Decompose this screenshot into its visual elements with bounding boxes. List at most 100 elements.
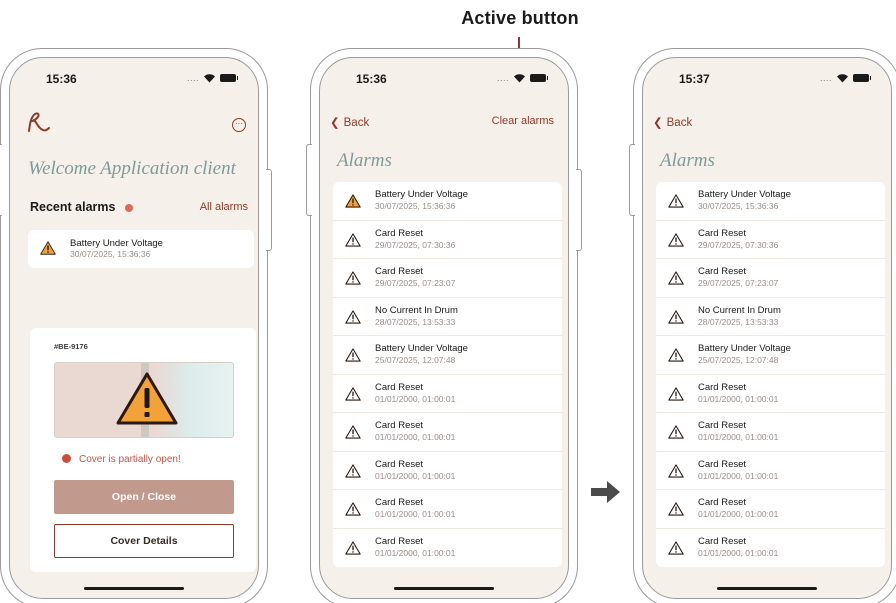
alarm-title: Card Reset — [698, 227, 747, 239]
warning-outline-icon — [668, 425, 684, 439]
recent-alarm-card[interactable]: Battery Under Voltage 30/07/2025, 15:36:… — [28, 230, 254, 268]
back-label: Back — [343, 117, 370, 129]
alarm-time: 25/07/2025, 12:07:48 — [698, 355, 779, 365]
alarm-time: 28/07/2025, 13:53:33 — [375, 316, 456, 327]
alarms-title: Alarms — [660, 150, 715, 171]
alarm-list-item[interactable]: Card Reset 01/01/2000, 01:00:01 — [333, 529, 562, 568]
alarm-list-item[interactable]: Battery Under Voltage 25/07/2025, 12:07:4… — [333, 336, 562, 375]
signal-dots: .... — [186, 73, 199, 83]
alarm-list-item[interactable]: Card Reset 01/01/2000, 01:00:01 — [333, 490, 562, 529]
alarm-list-item[interactable]: Battery Under Voltage 30/07/2025, 15:36:3… — [656, 182, 885, 221]
recent-alarm-time: 30/07/2025, 15:36:36 — [70, 249, 151, 259]
alarm-time: 29/07/2025, 07:23:07 — [698, 278, 779, 288]
alarm-time: 30/07/2025, 15:36:36 — [698, 201, 779, 211]
alarm-list-item[interactable]: Card Reset 01/01/2000, 01:00:01 — [333, 452, 562, 490]
chevron-left-icon: ❮ — [653, 117, 663, 129]
back-button[interactable]: ❮ Back — [330, 115, 369, 129]
home-indicator — [717, 587, 817, 590]
alarm-title: Card Reset — [375, 458, 424, 470]
home-indicator — [394, 587, 494, 590]
alarm-time: 01/01/2000, 01:00:01 — [698, 470, 779, 481]
open-close-button[interactable]: Open / Close — [54, 480, 234, 514]
alarm-title: Battery Under Voltage — [375, 343, 468, 354]
warning-outline-icon — [345, 232, 361, 247]
alarm-title: Card Reset — [698, 497, 747, 508]
status-bar: 15:36 .... — [10, 58, 258, 98]
alarm-time: 01/01/2000, 01:00:01 — [375, 509, 456, 519]
alarm-time: 29/07/2025, 07:23:07 — [375, 278, 456, 288]
clear-alarms-button[interactable]: Clear alarms — [492, 115, 554, 127]
battery-icon — [853, 74, 871, 82]
alarm-list-item[interactable]: Card Reset 29/07/2025, 07:30:36 — [656, 221, 885, 259]
alarm-list-item[interactable]: Battery Under Voltage 30/07/2025, 15:36:3… — [333, 182, 562, 221]
warning-outline-icon — [345, 540, 361, 555]
alarm-list-item[interactable]: Card Reset 29/07/2025, 07:23:07 — [656, 259, 885, 298]
warning-outline-icon — [345, 425, 361, 439]
more-options-icon[interactable]: ··· — [232, 118, 246, 132]
warning-outline-icon — [345, 309, 361, 324]
alarm-list-item[interactable]: Card Reset 01/01/2000, 01:00:01 — [656, 490, 885, 529]
cover-details-button[interactable]: Cover Details — [54, 524, 234, 558]
alarm-list: Battery Under Voltage 30/07/2025, 15:36:3… — [333, 182, 562, 567]
alarm-title: Card Reset — [698, 420, 747, 431]
alarm-list-item[interactable]: Card Reset 01/01/2000, 01:00:01 — [333, 375, 562, 413]
alarm-title: Card Reset — [698, 266, 747, 277]
alarms-screen-after: 15:37 .... ❮ Back Alarms Battery Under Vo… — [642, 57, 892, 599]
warning-outline-icon — [345, 386, 361, 401]
back-button[interactable]: ❮ Back — [653, 115, 692, 129]
alarm-title: Card Reset — [698, 381, 747, 393]
warning-filled-icon — [345, 194, 361, 208]
chevron-left-icon: ❮ — [330, 117, 340, 129]
alarm-list-item[interactable]: Card Reset 01/01/2000, 01:00:01 — [333, 413, 562, 452]
alarms-screen-before: 15:36 .... ❮ Back Clear alarms Alarms Bat… — [319, 57, 569, 599]
warning-outline-icon — [668, 540, 684, 555]
annotation-label: Active button — [461, 8, 579, 28]
alarm-title: No Current In Drum — [375, 304, 458, 316]
alarm-list-item[interactable]: Card Reset 29/07/2025, 07:30:36 — [333, 221, 562, 259]
warning-filled-icon — [40, 241, 56, 255]
alarm-list-item[interactable]: Card Reset 01/01/2000, 01:00:01 — [656, 452, 885, 490]
status-time: 15:36 — [46, 72, 77, 86]
alarm-time: 29/07/2025, 07:30:36 — [375, 239, 456, 250]
all-alarms-link[interactable]: All alarms — [200, 201, 248, 213]
alarm-list: Battery Under Voltage 30/07/2025, 15:36:3… — [656, 182, 885, 567]
signal-dots: .... — [496, 73, 509, 83]
alarm-list-item[interactable]: No Current In Drum 28/07/2025, 13:53:33 — [656, 298, 885, 336]
alarm-list-item[interactable]: Battery Under Voltage 25/07/2025, 12:07:4… — [656, 336, 885, 375]
warning-large-icon — [116, 372, 178, 425]
status-indicators: .... — [186, 73, 238, 83]
alarm-time: 01/01/2000, 01:00:01 — [375, 547, 456, 558]
alarm-title: Card Reset — [375, 420, 424, 431]
alarm-list-item[interactable]: Card Reset 01/01/2000, 01:00:01 — [656, 529, 885, 568]
alarm-list-item[interactable]: Card Reset 29/07/2025, 07:23:07 — [333, 259, 562, 298]
status-time: 15:37 — [679, 72, 710, 86]
home-screen: 15:36 .... ··· Welcome Application clien… — [9, 57, 259, 599]
alarm-time: 29/07/2025, 07:30:36 — [698, 239, 779, 250]
alarm-list-item[interactable]: Card Reset 01/01/2000, 01:00:01 — [656, 413, 885, 452]
alarm-time: 01/01/2000, 01:00:01 — [375, 470, 456, 481]
alarm-title: Card Reset — [698, 535, 747, 547]
warning-outline-icon — [345, 502, 361, 516]
warning-outline-icon — [668, 348, 684, 362]
alarm-title: Card Reset — [698, 458, 747, 470]
wifi-icon — [837, 74, 848, 83]
warning-outline-icon — [668, 232, 684, 247]
phone-home: 15:36 .... ··· Welcome Application clien… — [0, 48, 272, 603]
alarm-time: 01/01/2000, 01:00:01 — [375, 393, 456, 404]
alarm-title: Battery Under Voltage — [698, 343, 791, 354]
alarm-list-item[interactable]: No Current In Drum 28/07/2025, 13:53:33 — [333, 298, 562, 336]
cover-id: #BE-9176 — [54, 342, 88, 351]
battery-icon — [530, 74, 548, 82]
warning-outline-icon — [345, 348, 361, 362]
warning-outline-icon — [668, 309, 684, 324]
alarm-title: No Current In Drum — [698, 304, 781, 316]
alarm-title: Battery Under Voltage — [375, 189, 468, 200]
alarm-time: 30/07/2025, 15:36:36 — [375, 201, 456, 211]
alarm-list-item[interactable]: Card Reset 01/01/2000, 01:00:01 — [656, 375, 885, 413]
arrow-right-icon — [591, 481, 620, 503]
battery-icon — [220, 74, 238, 82]
status-indicators: .... — [820, 73, 871, 83]
phone-alarms-before: 15:36 .... ❮ Back Clear alarms Alarms Bat… — [306, 48, 582, 603]
alarm-time: 01/01/2000, 01:00:01 — [375, 432, 456, 442]
canvas: Active button 15:36 .... ··· Welcome App… — [0, 0, 896, 603]
